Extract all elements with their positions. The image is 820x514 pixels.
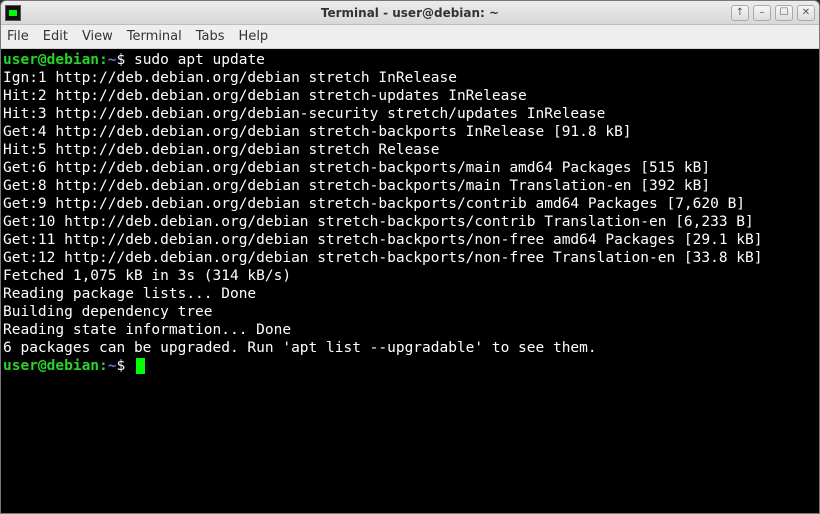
- menu-view[interactable]: View: [82, 29, 113, 44]
- entered-command: sudo apt update: [134, 52, 265, 68]
- output-line: Fetched 1,075 kB in 3s (314 kB/s): [3, 268, 291, 284]
- output-line: Get:9 http://deb.debian.org/debian stret…: [3, 196, 745, 212]
- menu-terminal[interactable]: Terminal: [127, 29, 182, 44]
- output-line: Hit:2 http://deb.debian.org/debian stret…: [3, 88, 527, 104]
- prompt-sigil: $: [117, 358, 126, 374]
- window-close-button[interactable]: ✕: [797, 5, 815, 21]
- output-line: Ign:1 http://deb.debian.org/debian stret…: [3, 70, 457, 86]
- prompt-sep: :: [99, 358, 108, 374]
- prompt-sep: :: [99, 52, 108, 68]
- titlebar[interactable]: Terminal - user@debian: ~ ↑ – ☐ ✕: [1, 1, 819, 25]
- prompt-user: user@debian: [3, 52, 99, 68]
- prompt-user: user@debian: [3, 358, 99, 374]
- output-line: Get:4 http://deb.debian.org/debian stret…: [3, 124, 632, 140]
- output-line: Reading state information... Done: [3, 322, 291, 338]
- window-rollup-button[interactable]: ↑: [731, 5, 749, 21]
- prompt-sigil: $: [117, 52, 126, 68]
- prompt-line-1: user@debian:~$ sudo apt update: [3, 52, 265, 68]
- menu-tabs[interactable]: Tabs: [196, 29, 225, 44]
- menu-edit[interactable]: Edit: [43, 29, 68, 44]
- window-title: Terminal - user@debian: ~: [1, 6, 819, 20]
- menu-file[interactable]: File: [7, 29, 29, 44]
- terminal-app-icon: [5, 5, 21, 21]
- output-line: Get:8 http://deb.debian.org/debian stret…: [3, 178, 710, 194]
- output-line: Reading package lists... Done: [3, 286, 256, 302]
- prompt-path: ~: [108, 52, 117, 68]
- window-minimize-button[interactable]: –: [753, 5, 771, 21]
- prompt-path: ~: [108, 358, 117, 374]
- terminal-cursor: [136, 358, 145, 374]
- output-line: Hit:3 http://deb.debian.org/debian-secur…: [3, 106, 605, 122]
- output-line: Get:12 http://deb.debian.org/debian stre…: [3, 250, 763, 266]
- window-controls: ↑ – ☐ ✕: [731, 5, 815, 21]
- output-line: Get:10 http://deb.debian.org/debian stre…: [3, 214, 754, 230]
- output-line: Hit:5 http://deb.debian.org/debian stret…: [3, 142, 440, 158]
- terminal-viewport[interactable]: user@debian:~$ sudo apt update Ign:1 htt…: [1, 49, 819, 513]
- menu-help[interactable]: Help: [239, 29, 269, 44]
- menubar: File Edit View Terminal Tabs Help: [1, 25, 819, 49]
- output-line: 6 packages can be upgraded. Run 'apt lis…: [3, 340, 597, 356]
- output-line: Get:11 http://deb.debian.org/debian stre…: [3, 232, 763, 248]
- prompt-line-2: user@debian:~$: [3, 358, 145, 374]
- terminal-window: Terminal - user@debian: ~ ↑ – ☐ ✕ File E…: [0, 0, 820, 514]
- output-line: Building dependency tree: [3, 304, 213, 320]
- output-line: Get:6 http://deb.debian.org/debian stret…: [3, 160, 710, 176]
- window-maximize-button[interactable]: ☐: [775, 5, 793, 21]
